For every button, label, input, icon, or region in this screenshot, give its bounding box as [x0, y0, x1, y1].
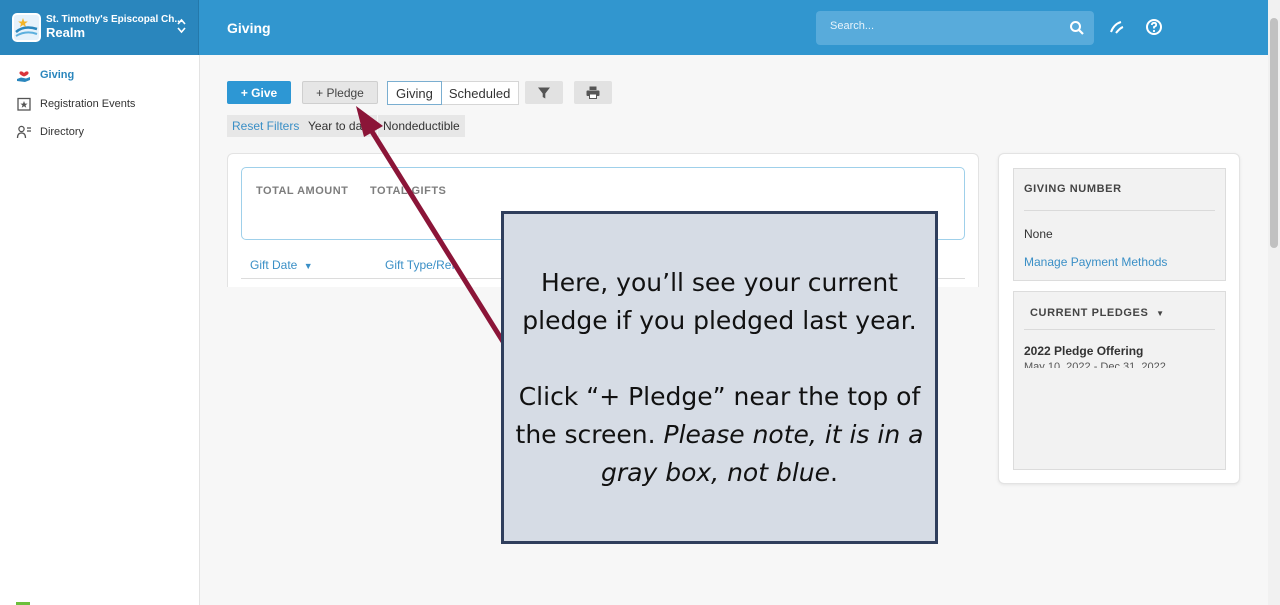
- sidebar-item-directory[interactable]: Directory: [16, 123, 84, 141]
- current-pledges-box: CURRENT PLEDGES ▼ 2022 Pledge Offering M…: [1013, 291, 1226, 470]
- app-name: Realm: [46, 25, 86, 40]
- org-name: St. Timothy's Episcopal Ch...: [46, 14, 183, 25]
- sidebar: Giving Registration Events Directory: [0, 55, 200, 605]
- search-box[interactable]: [816, 11, 1094, 45]
- give-button[interactable]: + Give: [227, 81, 291, 104]
- callout-text-end: .: [830, 457, 838, 487]
- person-list-icon: [16, 125, 31, 139]
- total-gifts-label: TOTAL GIFTS: [370, 185, 447, 197]
- divider: [1024, 329, 1215, 330]
- print-button[interactable]: [574, 81, 612, 104]
- view-toggle: Giving Scheduled: [387, 81, 520, 105]
- reset-filters-link[interactable]: Reset Filters: [227, 115, 305, 137]
- star-calendar-icon: [17, 97, 31, 111]
- sidebar-item-label: Registration Events: [40, 98, 136, 110]
- column-label: Gift Date: [250, 258, 298, 272]
- filter-button[interactable]: [525, 81, 563, 104]
- manage-payment-methods-link[interactable]: Manage Payment Methods: [1024, 255, 1167, 269]
- giving-number-heading: GIVING NUMBER: [1024, 183, 1122, 195]
- total-amount-label: TOTAL AMOUNT: [256, 185, 349, 197]
- sidebar-item-registration-events[interactable]: Registration Events: [16, 95, 135, 113]
- giving-icon: [17, 71, 30, 82]
- top-bar: St. Timothy's Episcopal Ch... Realm Givi…: [0, 0, 1268, 55]
- divider: [1024, 210, 1215, 211]
- search-icon[interactable]: [1069, 20, 1085, 36]
- callout-text-2: Click “+ Pledge” near the top of the scr…: [504, 378, 935, 492]
- current-pledges-heading[interactable]: CURRENT PLEDGES ▼: [1030, 307, 1165, 319]
- column-gift-date[interactable]: Gift Date ▼: [250, 258, 313, 272]
- church-logo-icon: [12, 13, 41, 42]
- tab-scheduled[interactable]: Scheduled: [441, 82, 518, 104]
- scrollbar-thumb[interactable]: [1270, 18, 1278, 248]
- pledge-name[interactable]: 2022 Pledge Offering: [1024, 344, 1143, 358]
- chevron-down-icon: ▼: [303, 261, 313, 271]
- funnel-icon: [538, 87, 550, 98]
- chevron-updown-icon[interactable]: [177, 18, 186, 35]
- scrollbar[interactable]: [1268, 0, 1280, 605]
- filter-chip-year-to-date[interactable]: Year to date: [303, 115, 378, 137]
- current-pledges-label: CURRENT PLEDGES: [1030, 307, 1149, 319]
- filter-chip-nondeductible[interactable]: Nondeductible: [378, 115, 465, 137]
- giving-number-box: GIVING NUMBER None Manage Payment Method…: [1013, 168, 1226, 281]
- tab-giving[interactable]: Giving: [387, 81, 442, 105]
- search-input[interactable]: [830, 20, 1050, 32]
- sidebar-item-label: Directory: [40, 126, 85, 138]
- printer-icon: [586, 86, 600, 99]
- instruction-callout: Here, you’ll see your current pledge if …: [501, 211, 938, 544]
- page-title: Giving: [227, 20, 271, 36]
- pledge-dates: May 10, 2022 - Dec 31, 2022: [1024, 362, 1166, 368]
- sidebar-item-giving[interactable]: Giving: [16, 66, 74, 84]
- sidebar-item-label: Giving: [40, 69, 75, 81]
- callout-text-1: Here, you’ll see your current pledge if …: [522, 267, 917, 335]
- column-gift-type[interactable]: Gift Type/Ref: [385, 258, 455, 272]
- giving-hand-icon[interactable]: [1108, 18, 1126, 36]
- org-switcher[interactable]: St. Timothy's Episcopal Ch... Realm: [0, 0, 199, 55]
- right-panel: GIVING NUMBER None Manage Payment Method…: [998, 153, 1240, 484]
- chevron-down-icon: ▼: [1156, 309, 1165, 318]
- pledge-button[interactable]: + Pledge: [302, 81, 378, 104]
- help-icon[interactable]: [1145, 18, 1163, 36]
- giving-number-value: None: [1024, 227, 1053, 241]
